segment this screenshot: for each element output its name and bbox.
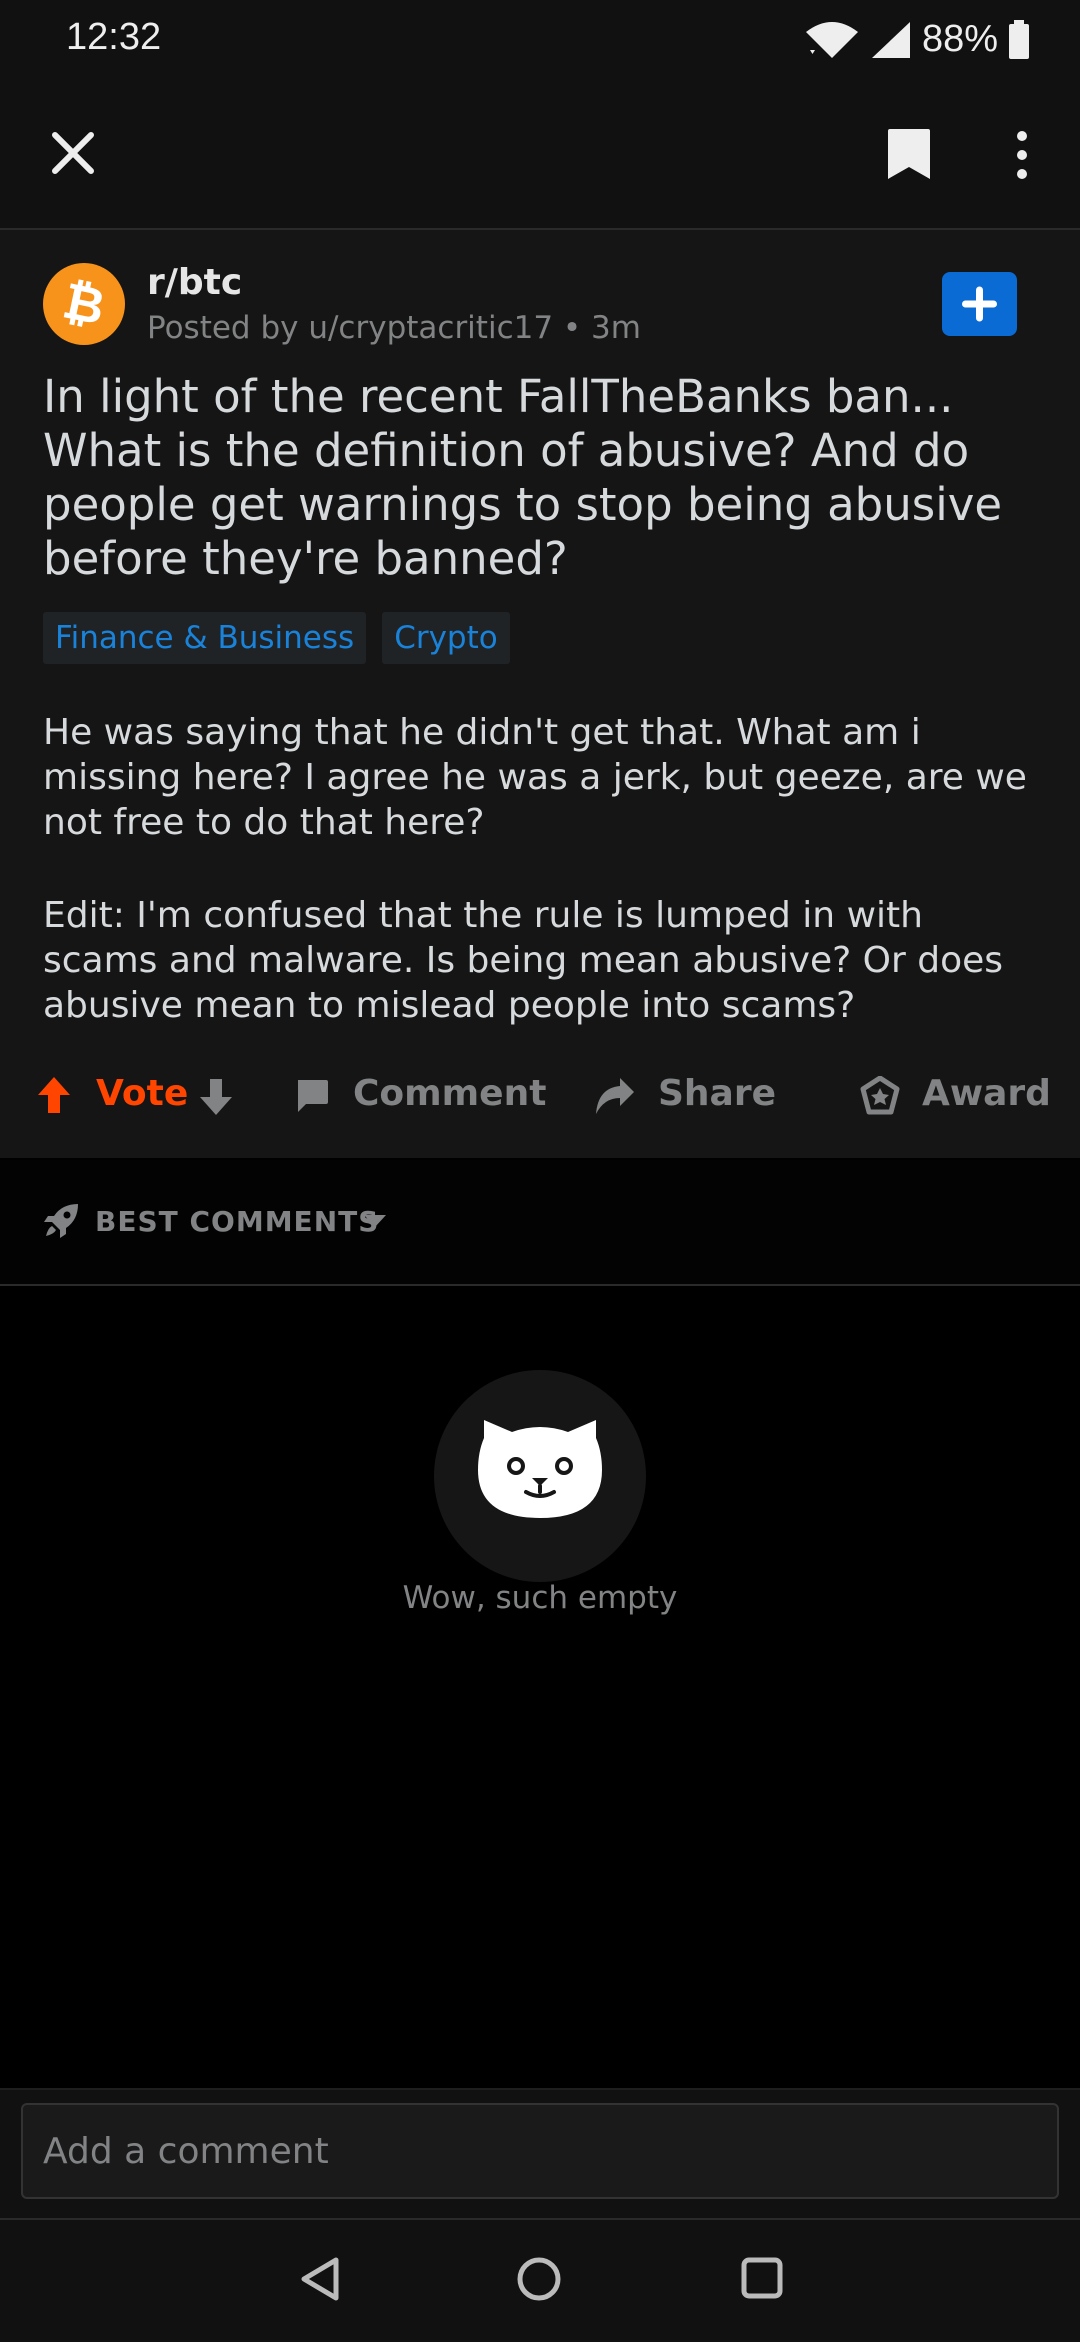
signal-icon (871, 21, 910, 58)
join-button[interactable] (942, 272, 1017, 336)
close-icon[interactable] (50, 130, 96, 176)
vote-label: Vote (96, 1073, 189, 1114)
award-button[interactable]: Award (922, 1073, 1051, 1114)
flair-tag[interactable]: Finance & Business (43, 612, 367, 664)
empty-state-illustration (434, 1370, 646, 1582)
bookmark-icon[interactable] (884, 126, 934, 182)
sort-label[interactable]: BEST COMMENTS (95, 1205, 379, 1238)
chevron-down-icon[interactable] (362, 1213, 388, 1229)
post-body-paragraph: Edit: I'm confused that the rule is lump… (43, 895, 1004, 1026)
post-title[interactable]: In light of the recent FallTheBanks ban.… (43, 370, 1043, 586)
status-icons: 88% (804, 18, 1030, 61)
share-button[interactable]: Share (658, 1073, 776, 1114)
rocket-icon (44, 1204, 78, 1238)
plus-icon (962, 286, 997, 322)
post-flairs: Finance & Business Crypto (43, 612, 510, 664)
battery-icon (1009, 19, 1029, 59)
flair-tag[interactable]: Crypto (382, 612, 510, 664)
back-icon[interactable] (298, 2256, 342, 2302)
subreddit-name[interactable]: r/btc (147, 262, 242, 303)
home-icon[interactable] (516, 2256, 562, 2302)
add-comment-input[interactable] (21, 2103, 1059, 2199)
comment-icon[interactable] (294, 1078, 330, 1114)
cat-icon (478, 1420, 602, 1518)
bitcoin-icon: ₿ (58, 271, 110, 336)
battery-percent: 88% (921, 18, 998, 60)
recents-icon[interactable] (740, 2256, 784, 2300)
comment-button[interactable]: Comment (353, 1073, 546, 1114)
post-meta: Posted by u/cryptacritic17 • 3m (147, 310, 641, 346)
post-body-paragraph: He was saying that he didn't get that. W… (43, 712, 1027, 843)
status-time: 12:32 (66, 16, 162, 58)
post-body: He was saying that he didn't get that. W… (43, 710, 1048, 1076)
subreddit-avatar[interactable]: ₿ (43, 263, 125, 345)
downvote-icon[interactable] (198, 1077, 234, 1117)
award-icon[interactable] (860, 1076, 900, 1116)
upvote-icon[interactable] (36, 1075, 72, 1115)
wifi-icon (805, 21, 858, 58)
share-icon[interactable] (594, 1076, 636, 1116)
more-options-icon[interactable] (1010, 128, 1034, 182)
empty-state-text: Wow, such empty (402, 1580, 678, 1616)
svg-text:₿: ₿ (58, 271, 110, 336)
